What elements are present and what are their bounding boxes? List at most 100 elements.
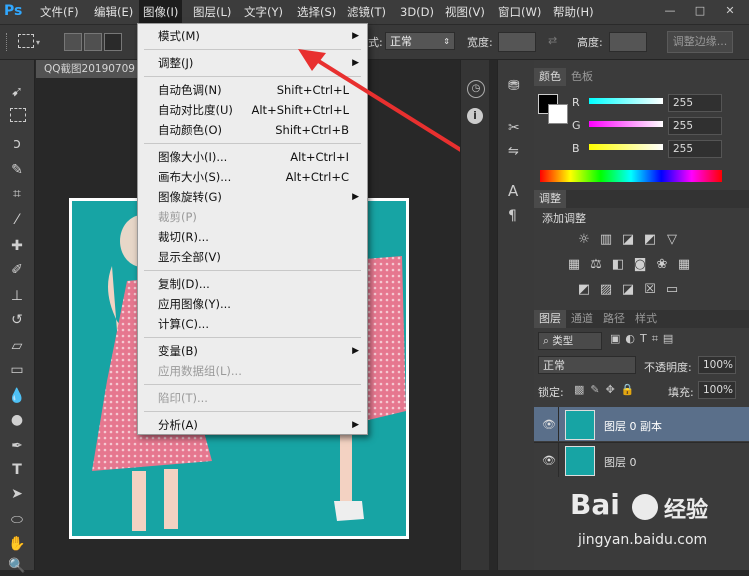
gradient-map-icon[interactable]: ▭ — [664, 282, 680, 298]
brush-preset-icon[interactable]: ⛃ — [508, 78, 520, 94]
new-selection-icon[interactable] — [64, 33, 82, 51]
height-input[interactable] — [609, 32, 647, 52]
g-value[interactable]: 255 — [668, 117, 722, 135]
menu-help[interactable]: 帮助(H) — [549, 0, 598, 24]
minimize-icon[interactable]: — — [655, 4, 685, 17]
invert-icon[interactable]: ◩ — [576, 282, 592, 298]
menu-item[interactable]: 计算(C)... — [138, 314, 367, 334]
levels-icon[interactable]: ▥ — [598, 232, 614, 248]
shape-tool-icon[interactable]: ⬭ — [7, 510, 27, 530]
brush-tool-icon[interactable]: ✐ — [7, 260, 27, 280]
selective-color-icon[interactable]: ☒ — [642, 282, 658, 298]
menu-item[interactable]: 画布大小(S)... Alt+Ctrl+C — [138, 167, 367, 187]
threshold-icon[interactable]: ◪ — [620, 282, 636, 298]
stamp-tool-icon[interactable]: ⊥ — [7, 286, 27, 306]
tab-channels[interactable]: 通道 — [566, 310, 598, 328]
menu-item[interactable]: 复制(D)... — [138, 274, 367, 294]
menu-item[interactable]: 模式(M) ▶ — [138, 26, 367, 46]
lasso-tool-icon[interactable]: ↄ — [7, 134, 27, 154]
tab-paths[interactable]: 路径 — [598, 310, 630, 328]
lock-icons[interactable]: ▩✎✥🔒 — [574, 383, 641, 396]
menu-edit[interactable]: 编辑(E) — [90, 0, 137, 24]
info-icon[interactable]: i — [467, 108, 483, 124]
history-icon[interactable]: ◷ — [467, 80, 485, 98]
chevron-down-icon[interactable]: ▾ — [36, 38, 40, 47]
menu-item[interactable]: 应用图像(Y)... — [138, 294, 367, 314]
tab-swatches[interactable]: 色板 — [566, 68, 598, 86]
zoom-tool-icon[interactable]: 🔍 — [7, 556, 27, 576]
color-balance-icon[interactable]: ⚖ — [588, 257, 604, 273]
add-selection-icon[interactable] — [84, 33, 102, 51]
r-slider[interactable] — [589, 98, 663, 104]
tab-color[interactable]: 颜色 — [534, 68, 566, 86]
healing-brush-icon[interactable]: ✚ — [7, 236, 27, 256]
close-icon[interactable]: ✕ — [715, 4, 745, 17]
type-tool-icon[interactable]: T — [7, 460, 27, 480]
layer-filter-select[interactable]: ⌕ 类型 — [538, 332, 602, 350]
r-value[interactable]: 255 — [668, 94, 722, 112]
subtract-selection-icon[interactable] — [104, 33, 122, 51]
black-white-icon[interactable]: ◧ — [610, 257, 626, 273]
dodge-tool-icon[interactable]: ● — [7, 410, 27, 430]
visibility-eye-icon[interactable]: 👁 — [542, 454, 556, 467]
menu-item[interactable]: 分析(A) ▶ — [138, 415, 367, 435]
layer-name[interactable]: 图层 0 — [604, 454, 637, 470]
b-value[interactable]: 255 — [668, 140, 722, 158]
history-brush-icon[interactable]: ↺ — [7, 310, 27, 330]
menu-filter[interactable]: 滤镜(T) — [343, 0, 390, 24]
character-icon[interactable]: A — [508, 182, 518, 200]
refine-edge-button[interactable]: 调整边缘... — [667, 31, 733, 53]
layer-row[interactable]: 👁 图层 0 — [534, 442, 749, 477]
move-tool-icon[interactable]: ➹ — [7, 82, 27, 102]
b-slider[interactable] — [589, 144, 663, 150]
path-select-icon[interactable]: ➤ — [7, 484, 27, 504]
tab-styles[interactable]: 样式 — [630, 310, 662, 328]
menu-layer[interactable]: 图层(L) — [189, 0, 235, 24]
width-input[interactable] — [498, 32, 536, 52]
menu-view[interactable]: 视图(V) — [441, 0, 489, 24]
marquee-tool-icon[interactable] — [18, 34, 34, 48]
clone-source-icon[interactable]: ✂ — [508, 120, 520, 136]
menu-item[interactable]: 裁切(R)... — [138, 227, 367, 247]
layer-name[interactable]: 图层 0 副本 — [604, 418, 662, 434]
blur-tool-icon[interactable]: 💧 — [7, 386, 27, 406]
vibrance-icon[interactable]: ▽ — [664, 232, 680, 248]
menu-window[interactable]: 窗口(W) — [494, 0, 545, 24]
opacity-input[interactable]: 100% — [698, 356, 736, 374]
exposure-icon[interactable]: ◩ — [642, 232, 658, 248]
menu-3d[interactable]: 3D(D) — [396, 0, 438, 24]
fill-input[interactable]: 100% — [698, 381, 736, 399]
maximize-icon[interactable]: □ — [685, 4, 715, 17]
posterize-icon[interactable]: ▨ — [598, 282, 614, 298]
photo-filter-icon[interactable]: ◙ — [632, 257, 648, 273]
layer-filter-icons[interactable]: ▣◐T⌗▤ — [610, 332, 678, 346]
hue-saturation-icon[interactable]: ▦ — [566, 257, 582, 273]
marquee-tool-icon[interactable] — [10, 108, 26, 122]
pen-tool-icon[interactable]: ✒ — [7, 436, 27, 456]
crop-tool-icon[interactable]: ⌗ — [7, 184, 27, 204]
color-lookup-icon[interactable]: ▦ — [676, 257, 692, 273]
quick-select-icon[interactable]: ✎ — [7, 160, 27, 180]
menu-image[interactable]: 图像(I) — [139, 0, 183, 24]
layer-row[interactable]: 👁 图层 0 副本 — [534, 407, 749, 441]
brightness-icon[interactable]: ☼ — [576, 232, 592, 248]
document-tab[interactable]: QQ截图20190709 — [36, 60, 144, 78]
tab-layers[interactable]: 图层 — [534, 310, 566, 328]
swap-icon[interactable]: ⇄ — [548, 34, 557, 47]
menu-select[interactable]: 选择(S) — [293, 0, 340, 24]
color-spectrum[interactable] — [540, 170, 722, 182]
menu-item[interactable]: 显示全部(V) — [138, 247, 367, 267]
g-slider[interactable] — [589, 121, 663, 127]
channel-mixer-icon[interactable]: ❀ — [654, 257, 670, 273]
paragraph-icon[interactable]: ¶ — [508, 208, 517, 224]
background-color-swatch[interactable] — [548, 104, 568, 124]
eyedropper-icon[interactable]: ⁄ — [7, 210, 27, 230]
menu-file[interactable]: 文件(F) — [36, 0, 83, 24]
menu-item[interactable]: 图像旋转(G) ▶ — [138, 187, 367, 207]
eraser-tool-icon[interactable]: ▱ — [7, 336, 27, 356]
blend-mode-select[interactable]: 正常 — [538, 356, 636, 374]
menu-item[interactable]: 变量(B) ▶ — [138, 341, 367, 361]
tool-preset-icon[interactable]: ⇋ — [508, 144, 519, 159]
tab-adjustments[interactable]: 调整 — [534, 190, 566, 208]
gradient-tool-icon[interactable]: ▭ — [7, 360, 27, 380]
